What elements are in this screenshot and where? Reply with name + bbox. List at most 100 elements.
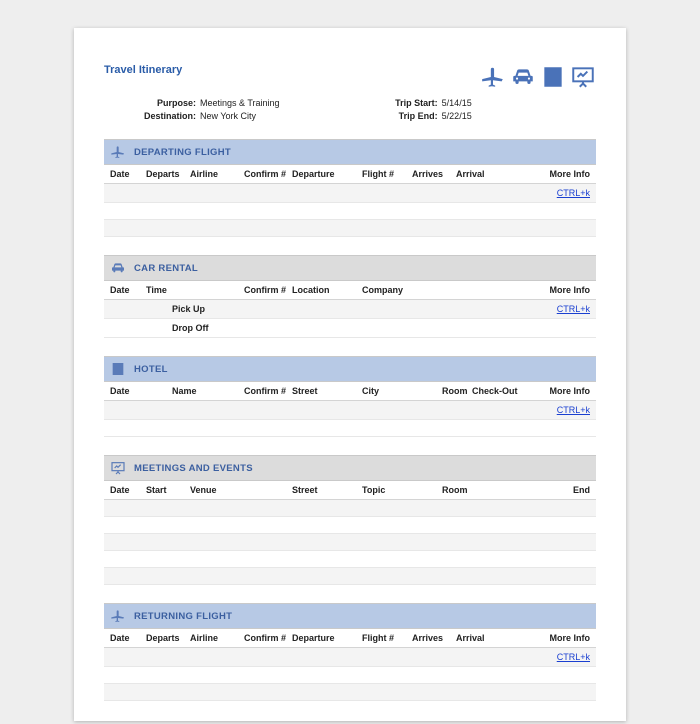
col-end: End: [534, 485, 590, 495]
table-row: [104, 220, 596, 237]
trip-start-label: Trip Start:: [370, 98, 442, 108]
col-arrives: Arrives: [412, 633, 456, 643]
trip-start-value: 5/14/15: [442, 98, 472, 108]
col-room: Room: [442, 485, 534, 495]
trip-end-value: 5/22/15: [442, 111, 472, 121]
more-info-link[interactable]: CTRL+k: [557, 304, 590, 314]
section-header: RETURNING FLIGHT: [104, 603, 596, 629]
col-arrival: Arrival: [456, 169, 534, 179]
purpose-label: Purpose:: [104, 98, 200, 108]
section-hotel: HOTEL Date Name Confirm # Street City Ro…: [104, 356, 596, 437]
col-arrives: Arrives: [412, 169, 456, 179]
section-departing-flight: DEPARTING FLIGHT Date Departs Airline Co…: [104, 139, 596, 237]
purpose-value: Meetings & Training: [200, 98, 280, 108]
col-start: Start: [146, 485, 190, 495]
trip-end-label: Trip End:: [370, 111, 442, 121]
header: Travel Itinerary: [104, 64, 596, 92]
section-title: CAR RENTAL: [134, 263, 198, 274]
col-date: Date: [110, 386, 172, 396]
col-more-info: More Info: [534, 285, 590, 295]
column-headers: Date Name Confirm # Street City Room Che…: [104, 382, 596, 401]
airplane-icon: [110, 144, 126, 160]
col-date: Date: [110, 169, 146, 179]
col-confirm: Confirm #: [244, 169, 292, 179]
meta-block: Purpose: Meetings & Training Destination…: [104, 98, 596, 121]
col-airline: Airline: [190, 633, 244, 643]
section-header: CAR RENTAL: [104, 255, 596, 281]
table-row: CTRL+k: [104, 648, 596, 667]
column-headers: Date Start Venue Street Topic Room End: [104, 481, 596, 500]
col-more-info: More Info: [534, 633, 590, 643]
presentation-icon: [570, 64, 596, 92]
col-departure: Departure: [292, 633, 362, 643]
dropoff-label: Drop Off: [172, 323, 590, 333]
col-flight: Flight #: [362, 169, 412, 179]
more-info-link[interactable]: CTRL+k: [557, 188, 590, 198]
table-row: [104, 667, 596, 684]
col-confirm: Confirm #: [244, 386, 292, 396]
col-street: Street: [292, 485, 362, 495]
column-headers: Date Departs Airline Confirm # Departure…: [104, 165, 596, 184]
col-date: Date: [110, 485, 146, 495]
col-arrival: Arrival: [456, 633, 534, 643]
col-date: Date: [110, 633, 146, 643]
presentation-icon: [110, 460, 126, 476]
section-title: DEPARTING FLIGHT: [134, 147, 231, 158]
col-location: Location: [292, 285, 362, 295]
col-time: Time: [146, 285, 244, 295]
table-row: [104, 203, 596, 220]
col-checkout: Check-Out: [472, 386, 534, 396]
more-info-link[interactable]: CTRL+k: [557, 405, 590, 415]
destination-value: New York City: [200, 111, 256, 121]
car-icon: [110, 260, 126, 276]
col-name: Name: [172, 386, 244, 396]
table-row: CTRL+k: [104, 401, 596, 420]
section-header: DEPARTING FLIGHT: [104, 139, 596, 165]
col-company: Company: [362, 285, 534, 295]
section-title: HOTEL: [134, 364, 168, 375]
airplane-icon: [480, 64, 506, 92]
page-title: Travel Itinerary: [104, 64, 182, 76]
column-headers: Date Departs Airline Confirm # Departure…: [104, 629, 596, 648]
table-row: [104, 568, 596, 585]
section-meetings: MEETINGS AND EVENTS Date Start Venue Str…: [104, 455, 596, 585]
table-row: [104, 500, 596, 517]
pickup-label: Pick Up: [172, 304, 534, 314]
table-row: [104, 551, 596, 568]
section-header: MEETINGS AND EVENTS: [104, 455, 596, 481]
section-returning-flight: RETURNING FLIGHT Date Departs Airline Co…: [104, 603, 596, 701]
building-icon: [110, 361, 126, 377]
col-more-info: More Info: [534, 169, 590, 179]
more-info-link[interactable]: CTRL+k: [557, 652, 590, 662]
column-headers: Date Time Confirm # Location Company Mor…: [104, 281, 596, 300]
section-title: RETURNING FLIGHT: [134, 611, 232, 622]
section-header: HOTEL: [104, 356, 596, 382]
col-date: Date: [110, 285, 146, 295]
col-topic: Topic: [362, 485, 442, 495]
table-row: Pick Up CTRL+k: [104, 300, 596, 319]
section-title: MEETINGS AND EVENTS: [134, 463, 253, 474]
col-confirm: Confirm #: [244, 633, 292, 643]
header-icons: [480, 64, 596, 92]
col-city: City: [362, 386, 442, 396]
destination-label: Destination:: [104, 111, 200, 121]
car-icon: [510, 64, 536, 92]
col-confirm: Confirm #: [244, 285, 292, 295]
col-departs: Departs: [146, 633, 190, 643]
table-row: Drop Off: [104, 319, 596, 338]
document-page: Travel Itinerary Purpose: Meetings & Tra…: [74, 28, 626, 721]
col-airline: Airline: [190, 169, 244, 179]
col-street: Street: [292, 386, 362, 396]
table-row: [104, 684, 596, 701]
col-venue: Venue: [190, 485, 292, 495]
section-car-rental: CAR RENTAL Date Time Confirm # Location …: [104, 255, 596, 338]
col-flight: Flight #: [362, 633, 412, 643]
col-more-info: More Info: [534, 386, 590, 396]
col-departs: Departs: [146, 169, 190, 179]
table-row: CTRL+k: [104, 184, 596, 203]
col-departure: Departure: [292, 169, 362, 179]
building-icon: [540, 64, 566, 92]
table-row: [104, 517, 596, 534]
table-row: [104, 420, 596, 437]
col-room: Room: [442, 386, 472, 396]
